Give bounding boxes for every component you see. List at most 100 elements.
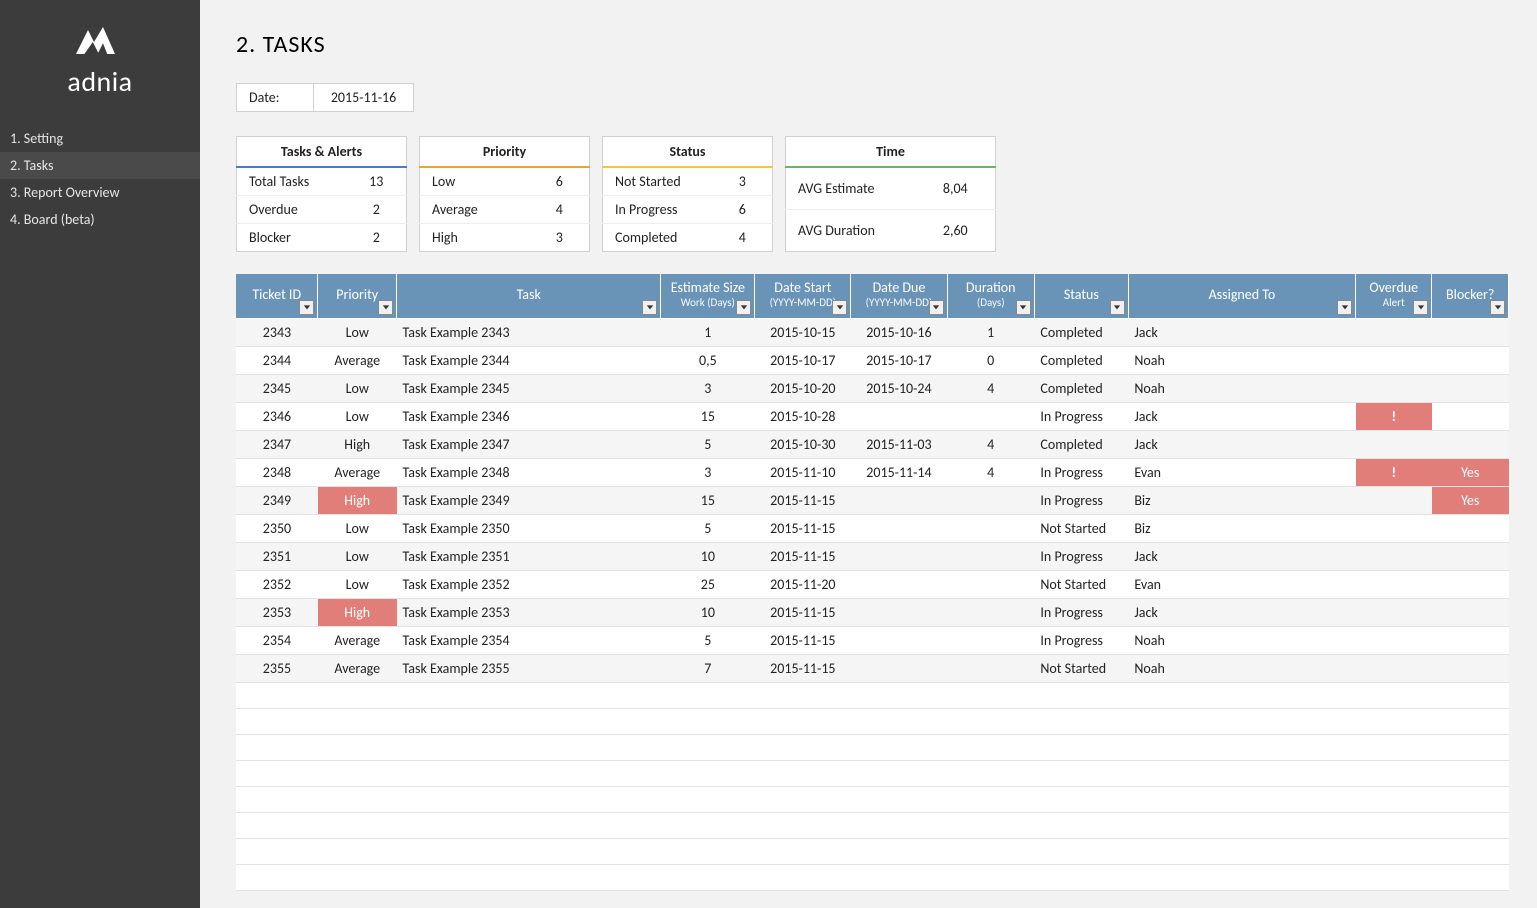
empty-cell[interactable] bbox=[236, 812, 318, 838]
empty-cell[interactable] bbox=[1432, 760, 1509, 786]
cell-start[interactable]: 2015-10-17 bbox=[755, 346, 851, 374]
empty-cell[interactable] bbox=[397, 786, 661, 812]
cell-start[interactable]: 2015-11-15 bbox=[755, 598, 851, 626]
cell-blocker[interactable] bbox=[1432, 346, 1509, 374]
sidebar-item-2[interactable]: 3. Report Overview bbox=[0, 179, 200, 206]
cell-overdue[interactable] bbox=[1356, 318, 1432, 346]
cell-overdue[interactable] bbox=[1356, 654, 1432, 682]
cell-start[interactable]: 2015-10-20 bbox=[755, 374, 851, 402]
filter-dropdown-icon[interactable] bbox=[1110, 300, 1125, 315]
empty-cell[interactable] bbox=[1034, 708, 1128, 734]
cell-id[interactable]: 2355 bbox=[236, 654, 318, 682]
empty-cell[interactable] bbox=[851, 864, 947, 890]
filter-dropdown-icon[interactable] bbox=[929, 300, 944, 315]
empty-cell[interactable] bbox=[947, 734, 1034, 760]
cell-assigned[interactable]: Biz bbox=[1128, 486, 1355, 514]
empty-cell[interactable] bbox=[851, 708, 947, 734]
cell-task[interactable]: Task Example 2348 bbox=[397, 458, 661, 486]
empty-cell[interactable] bbox=[661, 838, 755, 864]
cell-status[interactable]: Completed bbox=[1034, 430, 1128, 458]
cell-task[interactable]: Task Example 2354 bbox=[397, 626, 661, 654]
cell-assigned[interactable]: Jack bbox=[1128, 542, 1355, 570]
empty-cell[interactable] bbox=[1034, 838, 1128, 864]
cell-task[interactable]: Task Example 2343 bbox=[397, 318, 661, 346]
cell-estimate[interactable]: 25 bbox=[661, 570, 755, 598]
cell-priority[interactable]: Low bbox=[318, 514, 397, 542]
cell-start[interactable]: 2015-10-15 bbox=[755, 318, 851, 346]
cell-duration[interactable] bbox=[947, 598, 1034, 626]
empty-cell[interactable] bbox=[661, 682, 755, 708]
empty-cell[interactable] bbox=[1432, 708, 1509, 734]
cell-assigned[interactable]: Jack bbox=[1128, 402, 1355, 430]
empty-cell[interactable] bbox=[318, 734, 397, 760]
empty-cell[interactable] bbox=[661, 760, 755, 786]
table-row[interactable]: 2344AverageTask Example 23440,52015-10-1… bbox=[236, 346, 1509, 374]
cell-blocker[interactable] bbox=[1432, 654, 1509, 682]
cell-priority[interactable]: Low bbox=[318, 374, 397, 402]
cell-status[interactable]: In Progress bbox=[1034, 542, 1128, 570]
cell-due[interactable]: 2015-10-16 bbox=[851, 318, 947, 346]
empty-cell[interactable] bbox=[661, 812, 755, 838]
cell-overdue[interactable]: ! bbox=[1356, 402, 1432, 430]
cell-priority[interactable]: Low bbox=[318, 402, 397, 430]
table-row[interactable]: 2351LowTask Example 2351102015-11-15In P… bbox=[236, 542, 1509, 570]
cell-priority[interactable]: Low bbox=[318, 542, 397, 570]
cell-blocker[interactable] bbox=[1432, 570, 1509, 598]
empty-cell[interactable] bbox=[755, 864, 851, 890]
cell-blocker[interactable]: Yes bbox=[1432, 486, 1509, 514]
cell-assigned[interactable]: Jack bbox=[1128, 598, 1355, 626]
cell-estimate[interactable]: 15 bbox=[661, 402, 755, 430]
cell-overdue[interactable] bbox=[1356, 626, 1432, 654]
empty-cell[interactable] bbox=[1356, 838, 1432, 864]
cell-id[interactable]: 2347 bbox=[236, 430, 318, 458]
cell-priority[interactable]: Average bbox=[318, 626, 397, 654]
empty-cell[interactable] bbox=[661, 786, 755, 812]
empty-cell[interactable] bbox=[397, 812, 661, 838]
cell-assigned[interactable]: Jack bbox=[1128, 430, 1355, 458]
filter-dropdown-icon[interactable] bbox=[1413, 300, 1428, 315]
empty-cell[interactable] bbox=[947, 838, 1034, 864]
cell-start[interactable]: 2015-11-10 bbox=[755, 458, 851, 486]
cell-estimate[interactable]: 5 bbox=[661, 430, 755, 458]
cell-due[interactable]: 2015-11-03 bbox=[851, 430, 947, 458]
cell-status[interactable]: In Progress bbox=[1034, 598, 1128, 626]
empty-cell[interactable] bbox=[1432, 838, 1509, 864]
empty-cell[interactable] bbox=[397, 760, 661, 786]
cell-due[interactable] bbox=[851, 514, 947, 542]
empty-cell[interactable] bbox=[1432, 812, 1509, 838]
empty-cell[interactable] bbox=[1356, 786, 1432, 812]
empty-cell[interactable] bbox=[755, 734, 851, 760]
cell-blocker[interactable] bbox=[1432, 402, 1509, 430]
cell-priority[interactable]: Low bbox=[318, 570, 397, 598]
cell-id[interactable]: 2354 bbox=[236, 626, 318, 654]
empty-cell[interactable] bbox=[1034, 682, 1128, 708]
cell-due[interactable]: 2015-11-14 bbox=[851, 458, 947, 486]
empty-cell[interactable] bbox=[1356, 812, 1432, 838]
empty-cell[interactable] bbox=[1128, 760, 1355, 786]
empty-cell[interactable] bbox=[236, 708, 318, 734]
cell-task[interactable]: Task Example 2351 bbox=[397, 542, 661, 570]
cell-start[interactable]: 2015-10-30 bbox=[755, 430, 851, 458]
date-value[interactable]: 2015-11-16 bbox=[314, 83, 414, 112]
cell-blocker[interactable]: Yes bbox=[1432, 458, 1509, 486]
cell-task[interactable]: Task Example 2346 bbox=[397, 402, 661, 430]
table-row[interactable]: 2350LowTask Example 235052015-11-15Not S… bbox=[236, 514, 1509, 542]
cell-status[interactable]: Not Started bbox=[1034, 654, 1128, 682]
empty-cell[interactable] bbox=[397, 838, 661, 864]
empty-cell[interactable] bbox=[318, 812, 397, 838]
table-row[interactable]: 2345LowTask Example 234532015-10-202015-… bbox=[236, 374, 1509, 402]
cell-due[interactable]: 2015-10-24 bbox=[851, 374, 947, 402]
empty-cell[interactable] bbox=[1128, 682, 1355, 708]
empty-cell[interactable] bbox=[397, 864, 661, 890]
empty-cell[interactable] bbox=[851, 812, 947, 838]
cell-estimate[interactable]: 1 bbox=[661, 318, 755, 346]
empty-cell[interactable] bbox=[1128, 864, 1355, 890]
empty-cell[interactable] bbox=[318, 682, 397, 708]
table-row[interactable]: 2354AverageTask Example 235452015-11-15I… bbox=[236, 626, 1509, 654]
cell-due[interactable] bbox=[851, 486, 947, 514]
filter-dropdown-icon[interactable] bbox=[736, 300, 751, 315]
cell-start[interactable]: 2015-11-15 bbox=[755, 626, 851, 654]
table-row-empty[interactable] bbox=[236, 760, 1509, 786]
table-row[interactable]: 2349HighTask Example 2349152015-11-15In … bbox=[236, 486, 1509, 514]
empty-cell[interactable] bbox=[397, 682, 661, 708]
